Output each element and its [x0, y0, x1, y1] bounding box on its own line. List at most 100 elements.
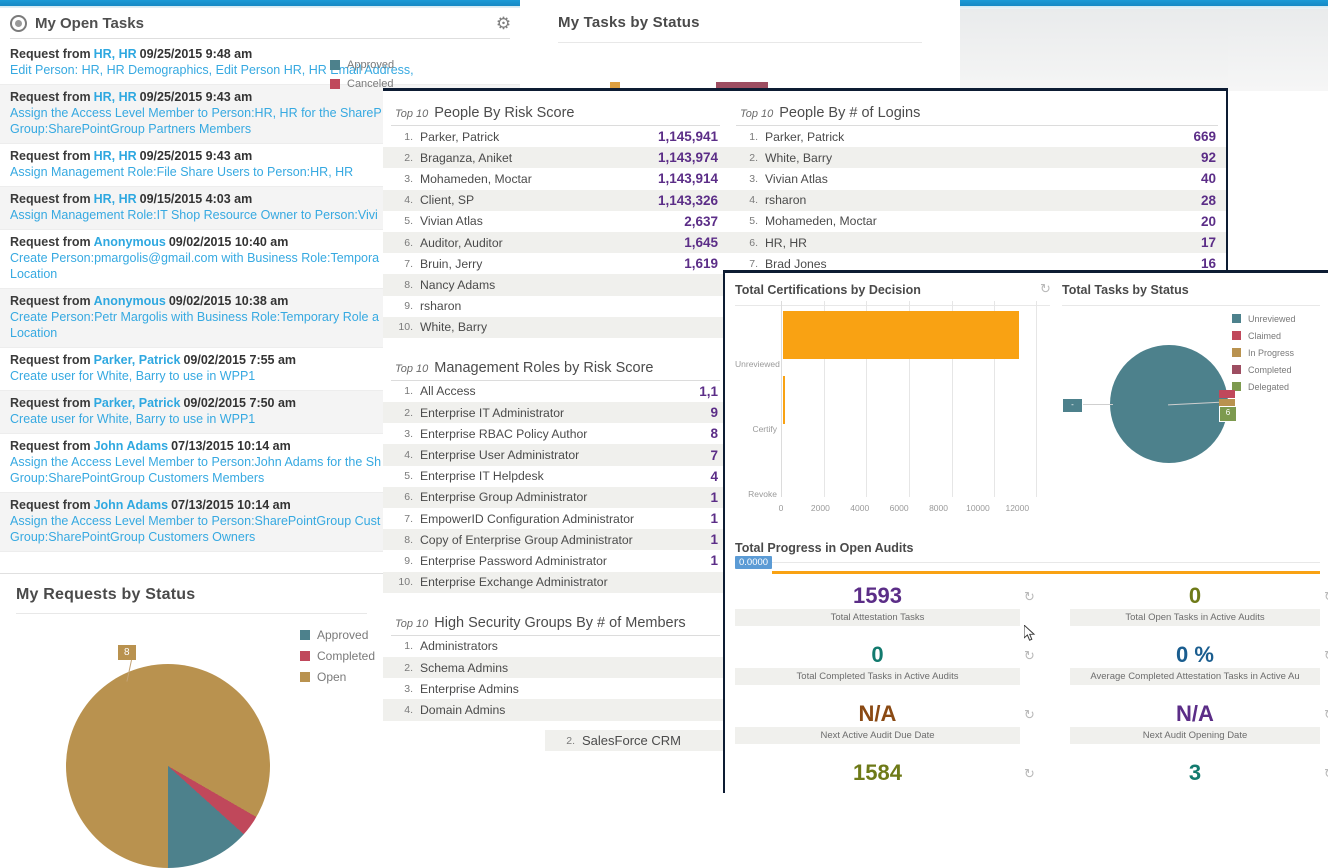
list-item[interactable]: 4. Domain Admins [383, 699, 728, 721]
list-item[interactable]: 7. EmpowerID Configuration Administrator 1 [383, 508, 728, 529]
list-item[interactable]: 10. Enterprise Exchange Administrator [383, 571, 728, 593]
list-item-label: Enterprise RBAC Policy Author [420, 426, 588, 441]
list-item[interactable]: 2. Braganza, Aniket 1,143,974 [383, 147, 728, 169]
list-item[interactable]: 1. Administrators [383, 636, 728, 657]
pie-data-label-delegated: 6 [1219, 406, 1237, 422]
list-item[interactable]: 9. rsharon [383, 296, 728, 317]
stat-tile[interactable]: 0 % Average Completed Attestation Tasks i… [1070, 642, 1320, 685]
stat-tile[interactable]: 0 Total Open Tasks in Active Audits [1070, 583, 1320, 626]
refresh-icon[interactable]: ↻ [1024, 589, 1035, 605]
list-item[interactable]: 8. Nancy Adams [383, 274, 728, 296]
list-item-index: 7. [404, 257, 413, 270]
list-item[interactable]: 9. Enterprise Password Administrator 1 [383, 550, 728, 571]
task-requester-link[interactable]: HR, HR [94, 90, 137, 104]
my-requests-legend-item[interactable]: Completed [300, 647, 375, 665]
refresh-icon[interactable]: ↻ [1040, 281, 1051, 297]
task-timestamp: 09/25/2015 9:43 am [139, 90, 253, 104]
top-list-title: People By Risk Score [434, 105, 575, 121]
task-requester-link[interactable]: Parker, Patrick [94, 353, 181, 367]
bar-certify[interactable] [783, 376, 785, 424]
list-item[interactable]: 7. Bruin, Jerry 1,619 [383, 253, 728, 274]
list-item[interactable]: 2. SalesForce CRM [545, 730, 741, 752]
task-requester-link[interactable]: HR, HR [94, 149, 137, 163]
task-requester-link[interactable]: Anonymous [94, 235, 166, 249]
my-requests-legend-item[interactable]: Approved [300, 626, 375, 644]
list-item[interactable]: 4. rsharon 28 [728, 189, 1226, 211]
radio-button-icon[interactable] [10, 14, 27, 32]
list-item-index: 1. [404, 130, 413, 143]
stat-tile-caption: Total Attestation Tasks [735, 609, 1020, 626]
task-requester-link[interactable]: John Adams [94, 439, 169, 453]
stat-tile[interactable]: N/A Next Active Audit Due Date [735, 701, 1020, 744]
stat-tile[interactable]: 1584 [735, 760, 1020, 786]
list-item[interactable]: 4. Client, SP 1,143,326 [383, 189, 728, 211]
task-prefix: Request from [10, 149, 91, 163]
stat-tile-caption: Total Completed Tasks in Active Audits [735, 668, 1020, 685]
refresh-icon[interactable]: ↻ [1324, 589, 1328, 605]
list-item[interactable]: 5. Enterprise IT Helpdesk 4 [383, 466, 728, 487]
tasks-legend-item[interactable]: Claimed [1232, 328, 1296, 343]
refresh-icon[interactable]: ↻ [1024, 707, 1035, 723]
stat-tile-value: 0 [871, 642, 884, 667]
task-requester-link[interactable]: HR, HR [94, 47, 137, 61]
legend-label: In Progress [1248, 347, 1295, 358]
stat-tile[interactable]: 1593 Total Attestation Tasks [735, 583, 1020, 626]
stat-tile[interactable]: 3 [1070, 760, 1320, 786]
list-item-value: 7 [710, 447, 718, 463]
list-item[interactable]: 2. Enterprise IT Administrator 9 [383, 402, 728, 424]
list-item[interactable]: 5. Vivian Atlas 2,637 [383, 211, 728, 232]
tasks-legend-item[interactable]: In Progress [1232, 345, 1296, 360]
list-item-index: 9. [404, 554, 413, 567]
list-item[interactable]: 5. Mohameden, Moctar 20 [728, 211, 1226, 232]
list-item[interactable]: 2. White, Barry 92 [728, 147, 1226, 169]
list-item[interactable]: 3. Enterprise Admins [383, 678, 728, 699]
my-tasks-legend-item[interactable]: Approved [330, 57, 394, 73]
task-requester-link[interactable]: Anonymous [94, 294, 166, 308]
list-item[interactable]: 4. Enterprise User Administrator 7 [383, 444, 728, 466]
list-item[interactable]: 6. HR, HR 17 [728, 231, 1226, 254]
my-requests-legend-item[interactable]: Open [300, 668, 375, 686]
list-item[interactable]: 3. Enterprise RBAC Policy Author 8 [383, 423, 728, 444]
list-item-label: Copy of Enterprise Group Administrator [420, 532, 633, 547]
list-item[interactable]: 3. Vivian Atlas 40 [728, 168, 1226, 189]
list-item[interactable]: 3. Mohameden, Moctar 1,143,914 [383, 168, 728, 189]
bar-unreviewed[interactable] [783, 311, 1020, 359]
list-item[interactable]: 6. Auditor, Auditor 1,645 [383, 231, 728, 254]
list-item[interactable]: 6. Enterprise Group Administrator 1 [383, 486, 728, 508]
refresh-icon[interactable]: ↻ [1324, 707, 1328, 723]
divider [10, 38, 510, 39]
task-prefix: Request from [10, 498, 91, 512]
stat-tile[interactable]: 0 Total Completed Tasks in Active Audits [735, 642, 1020, 685]
refresh-icon[interactable]: ↻ [1324, 766, 1328, 782]
list-item-value: 1,645 [684, 235, 718, 251]
list-item[interactable]: 2. Schema Admins [383, 656, 728, 679]
refresh-icon[interactable]: ↻ [1024, 766, 1035, 782]
stat-tile[interactable]: N/A Next Audit Opening Date [1070, 701, 1320, 744]
task-requester-link[interactable]: Parker, Patrick [94, 396, 181, 410]
list-item-value: 1,1 [699, 383, 718, 399]
task-description-link[interactable]: Edit Person: HR, HR Demographics, Edit P… [10, 62, 512, 78]
refresh-icon[interactable]: ↻ [1324, 648, 1328, 664]
pie-data-label-claimed [1219, 390, 1235, 398]
progress-title: Total Progress in Open Audits [735, 541, 914, 555]
task-prefix: Request from [10, 192, 91, 206]
tasks-legend-item[interactable]: Delegated [1232, 379, 1296, 394]
top-list-header: Top 10 People By Risk Score [391, 105, 720, 126]
list-item[interactable]: 10. White, Barry [383, 316, 728, 338]
refresh-icon[interactable]: ↻ [1024, 648, 1035, 664]
list-item[interactable]: 1. Parker, Patrick 1,145,941 [383, 126, 728, 147]
list-item[interactable]: 1. Parker, Patrick 669 [728, 126, 1226, 147]
list-item[interactable]: 1. All Access 1,1 [383, 381, 728, 402]
task-requester-link[interactable]: John Adams [94, 498, 169, 512]
task-prefix: Request from [10, 396, 91, 410]
task-list-item[interactable]: Request from HR, HR 09/25/2015 9:48 am Edit… [0, 42, 520, 85]
list-item[interactable]: 8. Copy of Enterprise Group Administrator… [383, 529, 728, 551]
top-list-header: Top 10 High Security Groups By # of Membe… [391, 615, 720, 636]
task-timestamp: 09/02/2015 7:50 am [183, 396, 297, 410]
tasks-legend-item[interactable]: Unreviewed [1232, 311, 1296, 326]
top-list-header: Top 10 Management Roles by Risk Score [391, 360, 720, 381]
progress-bar[interactable] [772, 571, 1320, 574]
gear-icon[interactable]: ⚙ [495, 15, 512, 32]
tasks-legend-item[interactable]: Completed [1232, 362, 1296, 377]
task-requester-link[interactable]: HR, HR [94, 192, 137, 206]
